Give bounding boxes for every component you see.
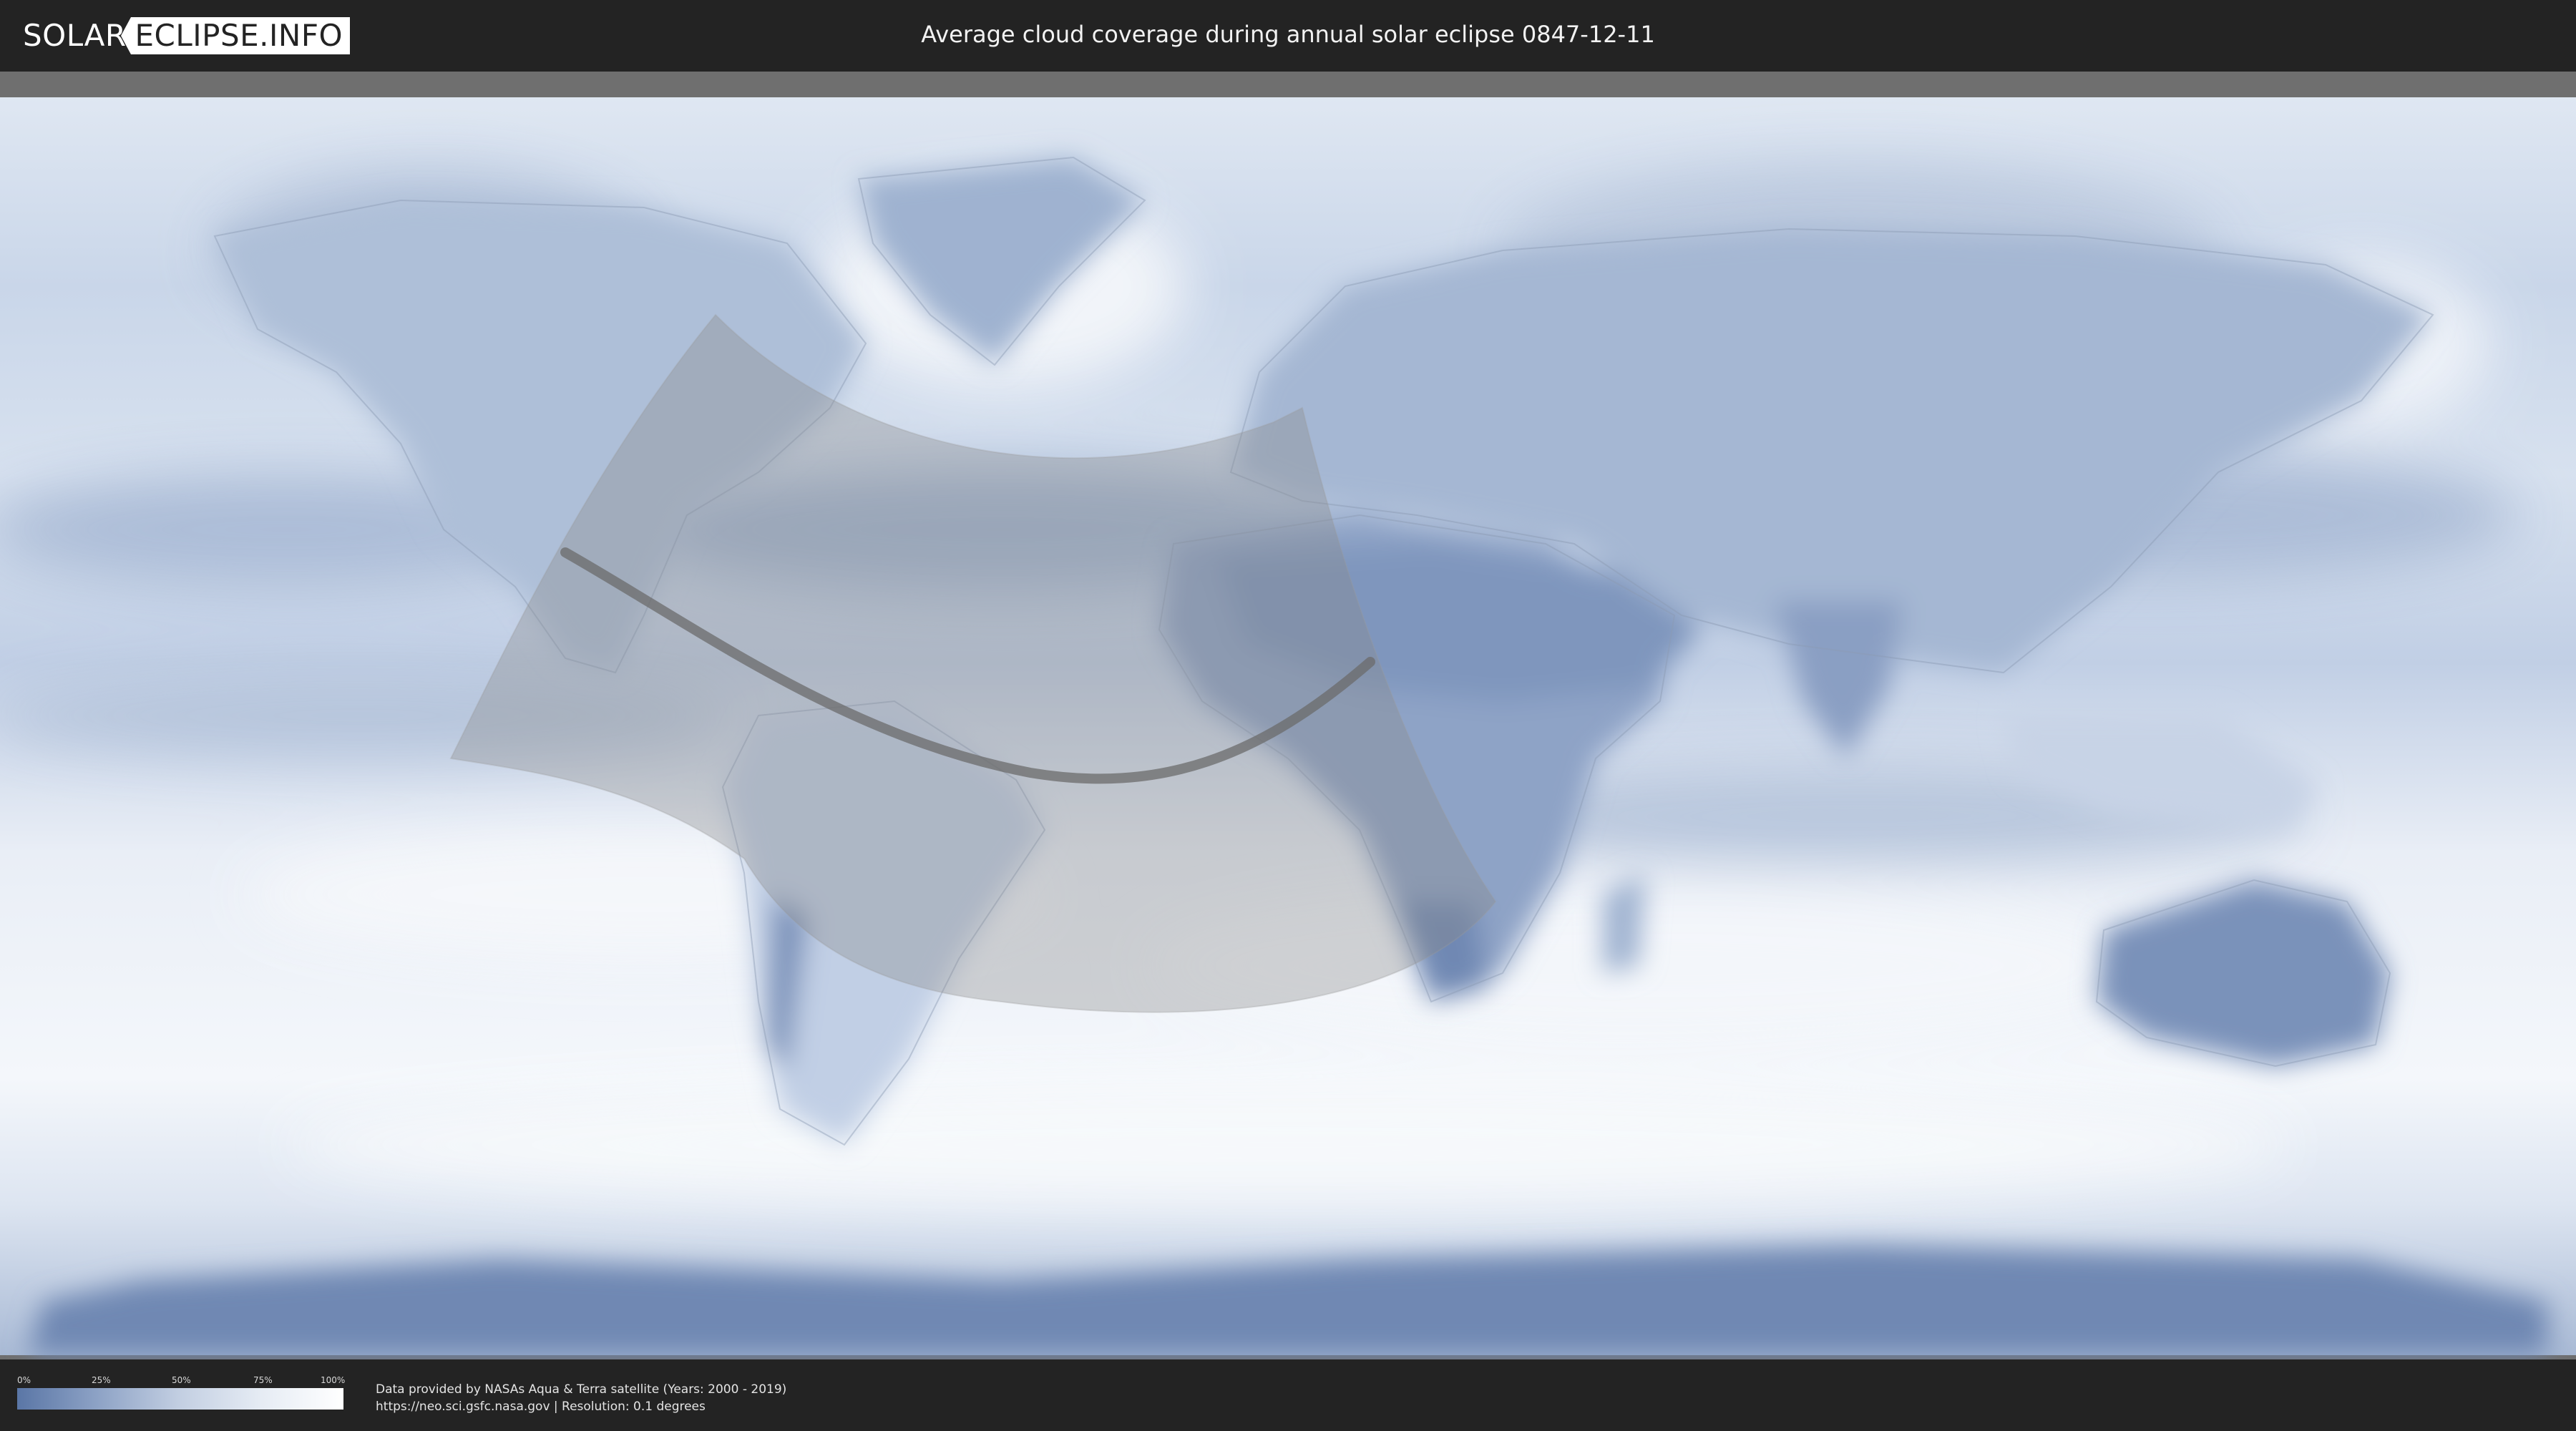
header-bar: SOLAR ECLIPSE.INFO Average cloud coverag… xyxy=(0,0,2576,72)
world-map-svg xyxy=(0,97,2576,1355)
credits-line-url[interactable]: https://neo.sci.gsfc.nasa.gov | Resoluti… xyxy=(376,1398,786,1415)
legend-tick-75: 75% xyxy=(253,1375,273,1385)
legend-tick-100: 100% xyxy=(321,1375,346,1385)
cloud-coverage-legend: 0% 25% 50% 75% 100% xyxy=(17,1375,346,1415)
logo-text-eclipse-info: ECLIPSE.INFO xyxy=(120,17,351,54)
legend-color-bar xyxy=(17,1388,343,1410)
legend-tick-0: 0% xyxy=(17,1375,31,1385)
cloud-coverage-map xyxy=(0,72,2576,1359)
legend-ticks: 0% 25% 50% 75% 100% xyxy=(17,1375,346,1385)
credits-line-source: Data provided by NASAs Aqua & Terra sate… xyxy=(376,1382,787,1397)
legend-tick-50: 50% xyxy=(172,1375,191,1385)
logo-text-solar: SOLAR xyxy=(23,18,127,53)
footer-bar: 0% 25% 50% 75% 100% Data provided by NAS… xyxy=(0,1359,2576,1431)
page-title: Average cloud coverage during annual sol… xyxy=(921,21,1655,48)
data-credits: Data provided by NASAs Aqua & Terra sate… xyxy=(376,1381,786,1415)
site-logo[interactable]: SOLAR ECLIPSE.INFO xyxy=(23,17,351,54)
legend-tick-25: 25% xyxy=(92,1375,111,1385)
map-content xyxy=(0,97,2576,1355)
